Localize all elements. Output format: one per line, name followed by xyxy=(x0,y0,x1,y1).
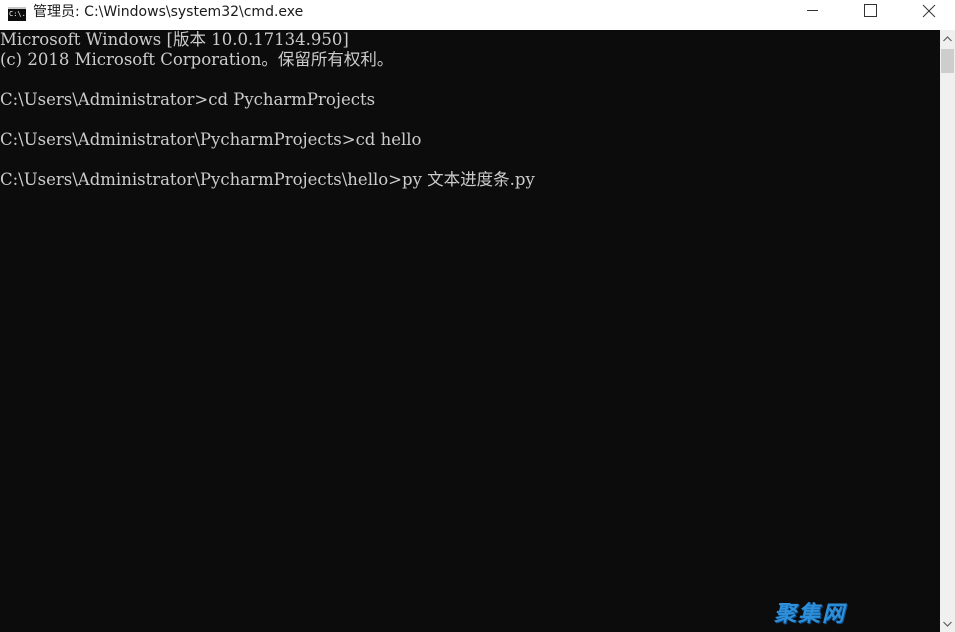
minimize-icon xyxy=(807,10,818,11)
console-line: Microsoft Windows [版本 10.0.17134.950] xyxy=(0,30,349,49)
chevron-up-icon xyxy=(943,35,952,41)
window-title: 管理员: C:\Windows\system32\cmd.exe xyxy=(33,4,304,20)
title-bar[interactable]: C:\. 管理员: C:\Windows\system32\cmd.exe xyxy=(0,0,955,30)
scroll-up-button[interactable] xyxy=(940,30,955,47)
close-button[interactable] xyxy=(906,0,952,30)
close-icon xyxy=(922,4,936,18)
console-line: C:\Users\Administrator\PycharmProjects>c… xyxy=(0,130,422,149)
scroll-down-button[interactable] xyxy=(940,615,955,632)
chevron-down-icon xyxy=(943,621,952,627)
vertical-scrollbar[interactable] xyxy=(940,30,955,632)
minimize-button[interactable] xyxy=(790,0,836,30)
cmd-window: C:\. 管理员: C:\Windows\system32\cmd.exe Mi… xyxy=(0,0,955,632)
cmd-app-icon-text: C:\. xyxy=(9,10,26,18)
scroll-thumb[interactable] xyxy=(941,49,954,73)
console-line: C:\Users\Administrator>cd PycharmProject… xyxy=(0,90,376,109)
maximize-icon xyxy=(864,4,877,17)
console-output[interactable]: Microsoft Windows [版本 10.0.17134.950] (c… xyxy=(0,30,940,632)
console-line: C:\Users\Administrator\PycharmProjects\h… xyxy=(0,170,535,189)
site-watermark: 聚集网 xyxy=(774,602,847,627)
maximize-button[interactable] xyxy=(848,0,894,30)
console-line: (c) 2018 Microsoft Corporation。保留所有权利。 xyxy=(0,50,394,69)
cmd-app-icon[interactable]: C:\. xyxy=(8,7,26,21)
